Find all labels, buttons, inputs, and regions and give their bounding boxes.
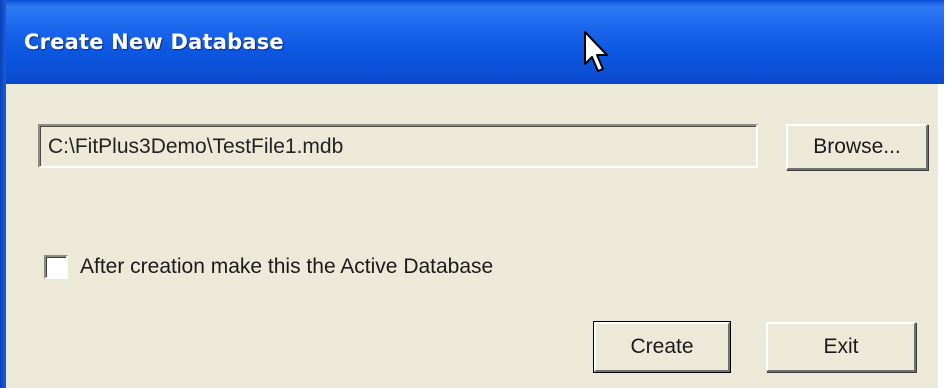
create-database-dialog: Create New Database C:\FitPlus3Demo\Test… xyxy=(0,0,944,388)
window-title: Create New Database xyxy=(24,30,284,54)
exit-button[interactable]: Exit xyxy=(766,322,916,372)
active-database-checkbox[interactable] xyxy=(44,255,68,279)
title-bar[interactable]: Create New Database xyxy=(0,0,944,84)
create-button[interactable]: Create xyxy=(593,321,731,373)
database-path-field[interactable]: C:\FitPlus3Demo\TestFile1.mdb xyxy=(38,124,758,168)
active-database-option[interactable]: After creation make this the Active Data… xyxy=(44,252,493,282)
browse-button[interactable]: Browse... xyxy=(786,124,928,170)
mouse-pointer-icon xyxy=(584,31,608,72)
active-database-label[interactable]: After creation make this the Active Data… xyxy=(80,255,493,279)
